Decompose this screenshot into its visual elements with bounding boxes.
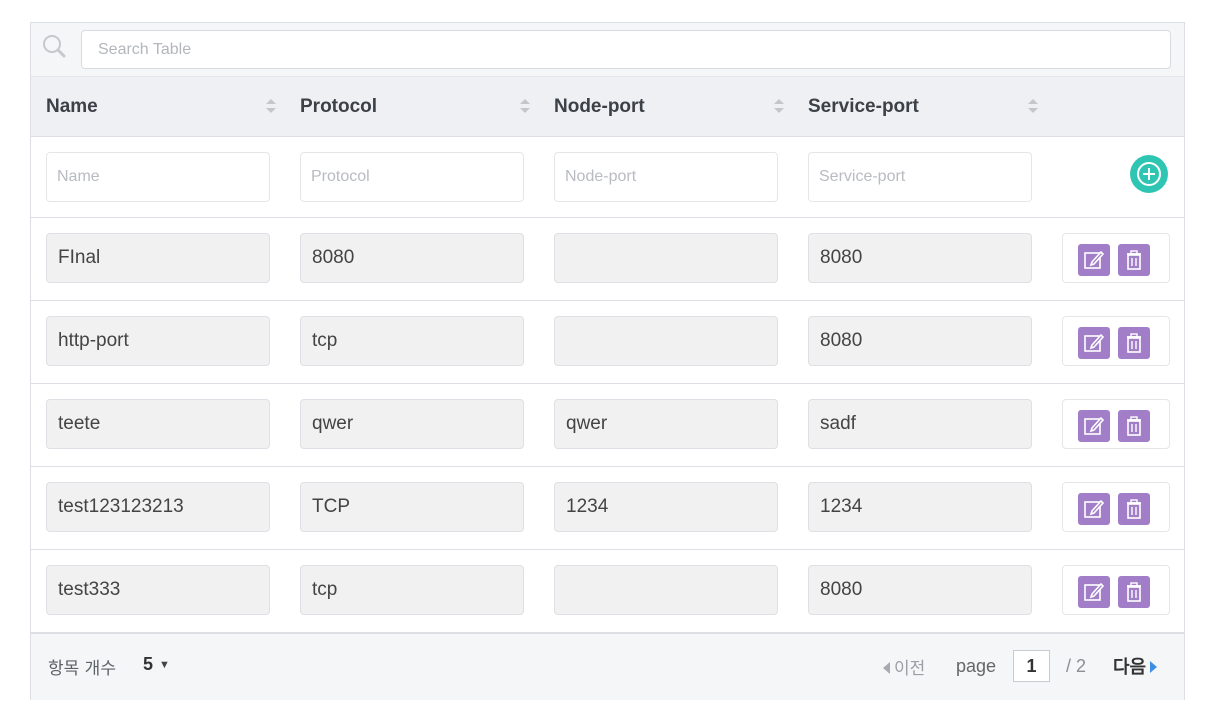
edit-button[interactable]: [1078, 410, 1110, 442]
cell-service-port: sadf: [808, 399, 1032, 449]
ports-table: Name Protocol Node-port Service-port: [30, 22, 1185, 700]
row-actions: [1062, 233, 1170, 283]
trash-icon: [1127, 333, 1141, 353]
row-actions: [1062, 482, 1170, 532]
table-row: FInal 8080 8080: [31, 218, 1184, 301]
edit-icon: [1084, 416, 1105, 435]
cell-node-port: [554, 316, 778, 366]
column-header-name[interactable]: Name: [46, 77, 98, 137]
new-entry-row: [31, 137, 1184, 218]
cell-protocol: tcp: [300, 565, 524, 615]
new-node-port-input[interactable]: [554, 152, 778, 202]
search-bar: [31, 23, 1184, 77]
caret-left-icon: [883, 662, 890, 674]
edit-button[interactable]: [1078, 493, 1110, 525]
table-header: Name Protocol Node-port Service-port: [31, 77, 1184, 137]
edit-icon: [1084, 582, 1105, 601]
plus-circle-icon: [1130, 155, 1168, 193]
delete-button[interactable]: [1118, 410, 1150, 442]
table-row: teete qwer qwer sadf: [31, 384, 1184, 467]
column-header-node-port[interactable]: Node-port: [554, 77, 645, 137]
sort-icon[interactable]: [1026, 97, 1040, 115]
search-icon: [41, 33, 69, 61]
sort-icon[interactable]: [518, 97, 532, 115]
next-page-button[interactable]: 다음: [1113, 653, 1158, 679]
total-pages: / 2: [1066, 656, 1087, 676]
next-page-label: 다음: [1113, 657, 1147, 678]
delete-button[interactable]: [1118, 493, 1150, 525]
table-row: http-port tcp 8080: [31, 301, 1184, 384]
page-size-label: 항목 개수: [48, 659, 116, 679]
edit-button[interactable]: [1078, 576, 1110, 608]
page-size-select[interactable]: 5 ▼: [143, 654, 170, 675]
cell-node-port: [554, 565, 778, 615]
caret-right-icon: [1150, 661, 1158, 673]
new-service-port-input[interactable]: [808, 152, 1032, 202]
cell-name: teete: [46, 399, 270, 449]
row-actions: [1062, 399, 1170, 449]
cell-name: http-port: [46, 316, 270, 366]
prev-page-button[interactable]: 이전: [883, 654, 925, 679]
cell-service-port: 8080: [808, 233, 1032, 283]
cell-name: test123123213: [46, 482, 270, 532]
search-input[interactable]: [81, 30, 1171, 69]
trash-icon: [1127, 250, 1141, 270]
cell-node-port: qwer: [554, 399, 778, 449]
cell-protocol: tcp: [300, 316, 524, 366]
trash-icon: [1127, 582, 1141, 602]
cell-protocol: TCP: [300, 482, 524, 532]
column-header-service-port[interactable]: Service-port: [808, 77, 919, 137]
prev-page-label: 이전: [894, 659, 926, 679]
cell-protocol: qwer: [300, 399, 524, 449]
page-size-value: 5: [143, 654, 154, 674]
current-page-input[interactable]: [1013, 650, 1050, 682]
delete-button[interactable]: [1118, 327, 1150, 359]
edit-button[interactable]: [1078, 244, 1110, 276]
trash-icon: [1127, 499, 1141, 519]
table-row: test333 tcp 8080: [31, 550, 1184, 633]
cell-service-port: 8080: [808, 565, 1032, 615]
row-actions: [1062, 565, 1170, 615]
cell-name: FInal: [46, 233, 270, 283]
edit-icon: [1084, 250, 1105, 269]
row-actions: [1062, 316, 1170, 366]
cell-protocol: 8080: [300, 233, 524, 283]
trash-icon: [1127, 416, 1141, 436]
cell-node-port: 1234: [554, 482, 778, 532]
sort-icon[interactable]: [264, 97, 278, 115]
add-row-button[interactable]: [1129, 154, 1169, 194]
delete-button[interactable]: [1118, 244, 1150, 276]
cell-name: test333: [46, 565, 270, 615]
column-header-protocol[interactable]: Protocol: [300, 77, 377, 137]
pagination-footer: 항목 개수 5▼ 이전 page / 2 다음: [31, 633, 1184, 700]
caret-down-icon: ▼: [159, 659, 170, 671]
sort-icon[interactable]: [772, 97, 786, 115]
new-protocol-input[interactable]: [300, 152, 524, 202]
cell-service-port: 1234: [808, 482, 1032, 532]
cell-node-port: [554, 233, 778, 283]
new-name-input[interactable]: [46, 152, 270, 202]
edit-icon: [1084, 333, 1105, 352]
edit-icon: [1084, 499, 1105, 518]
cell-service-port: 8080: [808, 316, 1032, 366]
table-row: test123123213 TCP 1234 1234: [31, 467, 1184, 550]
page-label: page: [956, 656, 997, 676]
delete-button[interactable]: [1118, 576, 1150, 608]
edit-button[interactable]: [1078, 327, 1110, 359]
